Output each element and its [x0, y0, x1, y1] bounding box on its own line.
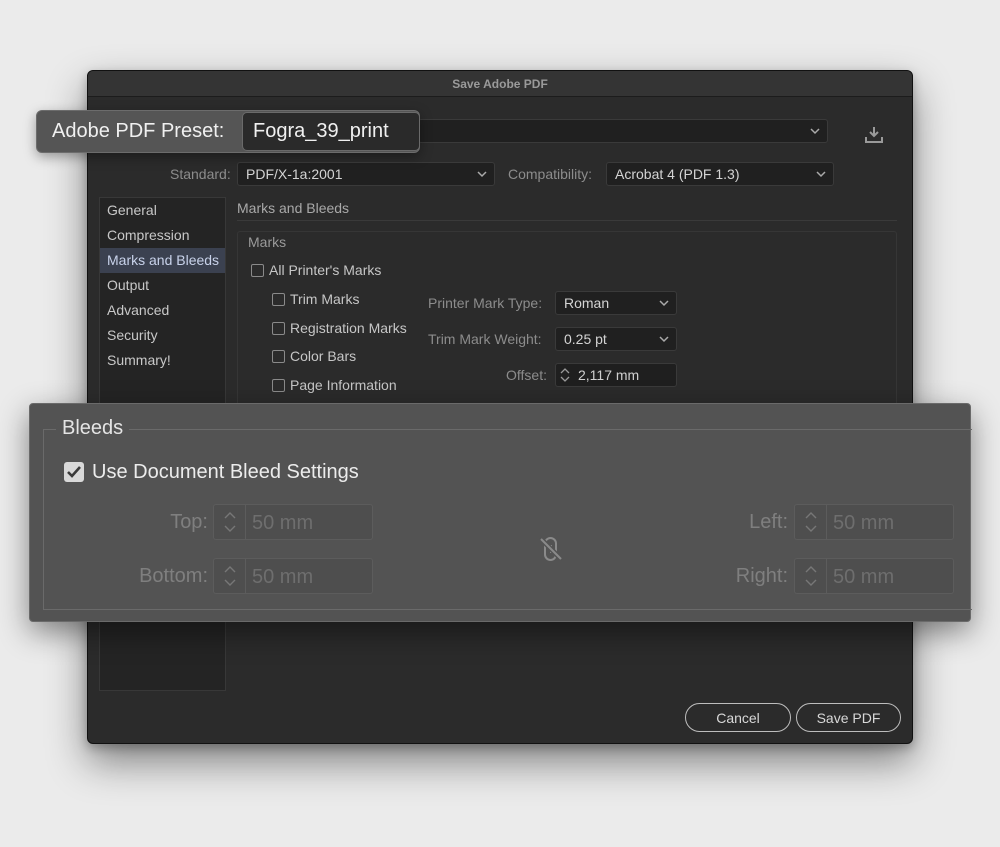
compatibility-label: Compatibility: — [508, 166, 593, 182]
printer-mark-type-label: Printer Mark Type: — [428, 295, 543, 311]
trim-mark-weight-value: 0.25 pt — [564, 331, 607, 347]
trim-mark-weight-select[interactable]: 0.25 pt — [555, 327, 677, 351]
chevron-down-icon — [477, 171, 487, 178]
registration-marks-checkbox[interactable] — [272, 322, 285, 335]
use-document-bleed-label: Use Document Bleed Settings — [92, 461, 359, 483]
panel-title: Marks and Bleeds — [237, 200, 350, 216]
save-preset-button[interactable] — [864, 125, 884, 145]
window-title: Save Adobe PDF — [88, 71, 912, 97]
all-printers-marks-checkbox[interactable] — [251, 264, 264, 277]
stepper-arrows-icon — [224, 512, 236, 532]
chevron-down-icon — [659, 336, 669, 343]
bleed-left-value: 50 mm — [833, 512, 895, 534]
preset-select[interactable] — [418, 119, 828, 143]
sidebar-item-general[interactable]: General — [100, 198, 225, 223]
printer-mark-type-value: Roman — [564, 295, 610, 311]
page-information-label: Page Information — [290, 377, 397, 393]
standard-label: Standard: — [170, 166, 231, 182]
bleed-top-value: 50 mm — [252, 512, 314, 534]
offset-value: 2,117 mm — [578, 367, 640, 383]
offset-stepper[interactable]: 2,117 mm — [555, 363, 677, 387]
trim-marks-checkbox[interactable] — [272, 293, 285, 306]
sidebar-item-compression[interactable]: Compression — [100, 223, 225, 248]
all-printers-marks-label: All Printer's Marks — [269, 262, 382, 278]
stepper-arrows-icon — [805, 512, 817, 532]
bleed-bottom-label: Bottom: — [139, 565, 208, 587]
sidebar-item-security[interactable]: Security — [100, 323, 225, 348]
stepper-arrows-icon — [224, 566, 236, 586]
registration-marks-label: Registration Marks — [290, 320, 407, 336]
bleed-bottom-stepper: 50 mm — [213, 558, 373, 594]
sidebar-item-output[interactable]: Output — [100, 273, 225, 298]
cancel-button[interactable]: Cancel — [685, 703, 791, 732]
save-pdf-button[interactable]: Save PDF — [796, 703, 901, 732]
bleed-right-value: 50 mm — [833, 566, 895, 588]
chevron-down-icon — [810, 128, 820, 135]
standard-value: PDF/X-1a:2001 — [246, 166, 343, 182]
stepper-arrows-icon — [560, 368, 570, 382]
compatibility-select[interactable]: Acrobat 4 (PDF 1.3) — [606, 162, 834, 186]
bleed-top-stepper: 50 mm — [213, 504, 373, 540]
checkmark-icon — [67, 466, 81, 478]
color-bars-label: Color Bars — [290, 348, 357, 364]
bleed-left-label: Left: — [749, 511, 788, 533]
unlink-chain-icon — [538, 536, 564, 562]
preset-label: Adobe PDF Preset: — [52, 120, 225, 142]
bleeds-group-label: Bleeds — [56, 417, 130, 440]
bleed-top-label: Top: — [170, 511, 208, 533]
stepper-arrows-icon — [805, 566, 817, 586]
marks-group-label: Marks — [248, 234, 287, 250]
bleed-left-stepper: 50 mm — [794, 504, 954, 540]
chevron-down-icon — [659, 300, 669, 307]
page-information-checkbox[interactable] — [272, 379, 285, 392]
bleed-bottom-value: 50 mm — [252, 566, 314, 588]
trim-marks-label: Trim Marks — [290, 291, 360, 307]
chevron-down-icon — [816, 171, 826, 178]
bleed-right-stepper: 50 mm — [794, 558, 954, 594]
bleeds-callout: Bleeds Use Document Bleed Settings Top: … — [29, 403, 972, 622]
sidebar-item-summary[interactable]: Summary! — [100, 348, 225, 373]
compatibility-value: Acrobat 4 (PDF 1.3) — [615, 166, 740, 182]
sidebar-item-marks-and-bleeds[interactable]: Marks and Bleeds — [100, 248, 225, 273]
offset-label: Offset: — [506, 367, 547, 383]
link-bleed-values-button — [536, 534, 566, 564]
preset-field[interactable]: Fogra_39_print — [242, 112, 420, 151]
use-document-bleed-checkbox[interactable] — [64, 462, 84, 482]
trim-mark-weight-label: Trim Mark Weight: — [428, 331, 542, 347]
color-bars-checkbox[interactable] — [272, 350, 285, 363]
sidebar-item-advanced[interactable]: Advanced — [100, 298, 225, 323]
preset-callout: Adobe PDF Preset: Fogra_39_print — [36, 110, 420, 153]
standard-select[interactable]: PDF/X-1a:2001 — [237, 162, 495, 186]
bleed-right-label: Right: — [735, 565, 788, 587]
printer-mark-type-select[interactable]: Roman — [555, 291, 677, 315]
download-icon — [865, 127, 883, 143]
panel-divider — [237, 220, 897, 221]
